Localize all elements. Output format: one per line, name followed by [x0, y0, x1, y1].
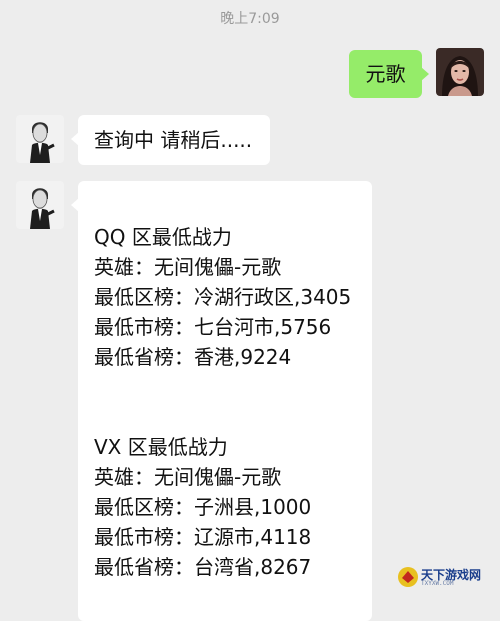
result-blank-line: [94, 372, 372, 402]
result-line: 最低省榜：台湾省,8267: [94, 555, 312, 579]
result-line: 英雄：无间傀儡-元歌: [94, 465, 282, 489]
result-line: QQ 区最低战力: [94, 225, 232, 249]
result-line: 英雄：无间傀儡-元歌: [94, 255, 282, 279]
watermark-subtitle: TXYXW.COM: [421, 580, 454, 587]
result-line: VX 区最低战力: [94, 435, 228, 459]
game-site-logo-icon: [398, 567, 418, 587]
self-avatar[interactable]: [436, 48, 484, 96]
bot-avatar[interactable]: [16, 115, 64, 163]
bot-wait-bubble[interactable]: 查询中 请稍后.....: [71, 115, 270, 165]
result-blank-line: [94, 402, 372, 432]
result-line: 最低区榜：子洲县,1000: [94, 495, 312, 519]
site-watermark: 天下游戏网 TXYXW.COM: [385, 565, 497, 591]
result-line: 最低市榜：辽源市,4118: [94, 525, 312, 549]
result-line: 最低区榜：冷湖行政区,3405: [94, 285, 352, 309]
self-message-bubble[interactable]: 元歌: [349, 50, 429, 98]
chat-timestamp: 晚上7:09: [220, 11, 280, 27]
bot-result-bubble[interactable]: QQ 区最低战力 英雄：无间傀儡-元歌 最低区榜：冷湖行政区,3405 最低市榜…: [71, 181, 372, 621]
result-line: 最低省榜：香港,9224: [94, 345, 292, 369]
result-line: 最低市榜：七台河市,5756: [94, 315, 332, 339]
bot-avatar[interactable]: [16, 181, 64, 229]
